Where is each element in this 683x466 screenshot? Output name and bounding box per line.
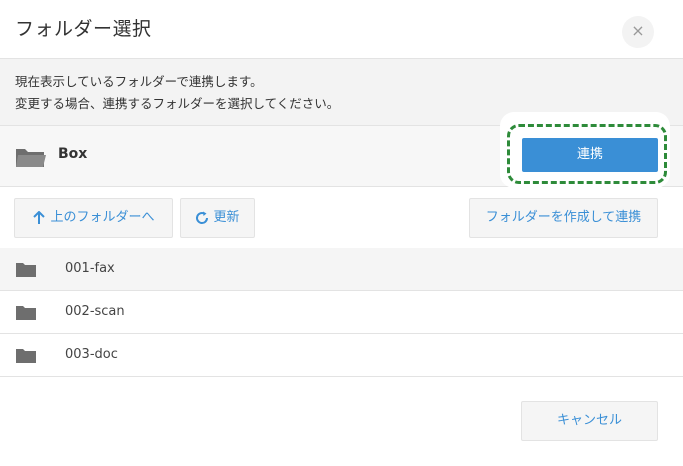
folder-row[interactable]: 002-scan bbox=[0, 291, 683, 334]
close-button[interactable]: × bbox=[622, 16, 654, 48]
folder-name: 002-scan bbox=[65, 304, 125, 319]
link-button[interactable]: 連携 bbox=[522, 138, 658, 172]
arrow-up-icon bbox=[33, 210, 46, 224]
refresh-icon bbox=[196, 211, 209, 224]
dialog-title: フォルダー選択 bbox=[15, 18, 152, 40]
folder-icon bbox=[16, 349, 36, 363]
folder-icon bbox=[16, 306, 36, 320]
folder-name: 001-fax bbox=[65, 261, 115, 276]
refresh-button[interactable]: 更新 bbox=[180, 198, 255, 238]
description-line-1: 現在表示しているフォルダーで連携します。 bbox=[15, 74, 263, 89]
cancel-button[interactable]: キャンセル bbox=[521, 401, 658, 441]
folder-name: 003-doc bbox=[65, 347, 118, 362]
parent-folder-button[interactable]: 上のフォルダーへ bbox=[14, 198, 173, 238]
create-folder-and-link-button[interactable]: フォルダーを作成して連携 bbox=[469, 198, 658, 238]
folder-list: 001-fax 002-scan 003-doc bbox=[0, 248, 683, 377]
current-folder-name: Box bbox=[58, 146, 88, 162]
folder-icon bbox=[16, 263, 36, 277]
folder-row[interactable]: 003-doc bbox=[0, 334, 683, 377]
parent-folder-label: 上のフォルダーへ bbox=[50, 210, 155, 225]
folder-row[interactable]: 001-fax bbox=[0, 248, 683, 291]
folder-open-icon bbox=[16, 149, 46, 167]
folder-select-dialog: フォルダー選択 × 現在表示しているフォルダーで連携します。 変更する場合、連携… bbox=[0, 0, 683, 466]
refresh-label: 更新 bbox=[213, 210, 240, 225]
dialog-header: フォルダー選択 × bbox=[0, 0, 683, 59]
